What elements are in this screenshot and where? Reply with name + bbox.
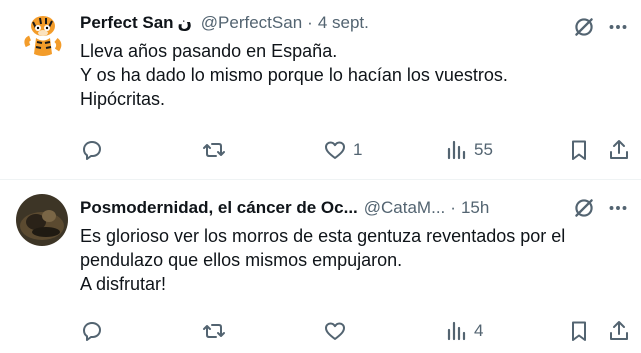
retweet-button[interactable] xyxy=(202,137,232,163)
display-name[interactable]: Perfect San xyxy=(80,13,174,32)
bookmark-icon xyxy=(572,321,586,341)
retweet-button[interactable] xyxy=(202,318,232,344)
tweet-header: Perfect San ن @PerfectSan · 4 sept. xyxy=(80,11,561,35)
views-button[interactable]: 55 xyxy=(444,137,493,163)
tweet-text: Lleva años pasando en España. Y os ha da… xyxy=(80,39,621,111)
handle[interactable]: @PerfectSan xyxy=(201,13,302,32)
tweet-text: Es glorioso ver los morros de esta gentu… xyxy=(80,224,621,296)
tweet-text-line: A disfrutar! xyxy=(80,274,167,294)
retweet-icon xyxy=(203,143,225,157)
tweet[interactable]: Posmodernidad, el cáncer de Oc... @CataM.… xyxy=(0,180,641,353)
display-name[interactable]: Posmodernidad, el cáncer de Oc... xyxy=(80,196,358,220)
tweet-text-line: Es glorioso ver los morros de esta gentu… xyxy=(80,226,566,246)
view-count: 4 xyxy=(474,321,484,340)
retweet-icon xyxy=(203,324,225,338)
grok-icon[interactable] xyxy=(571,195,597,221)
view-count: 55 xyxy=(474,140,493,159)
like-button[interactable] xyxy=(323,318,353,344)
timestamp[interactable]: 4 sept. xyxy=(318,13,369,32)
tweet-text-line: Lleva años pasando en España. xyxy=(80,41,338,61)
share-icon xyxy=(610,321,628,340)
tweet-header: Posmodernidad, el cáncer de Oc... @CataM.… xyxy=(80,196,561,220)
more-icon[interactable] xyxy=(605,195,631,221)
separator: · xyxy=(307,13,313,32)
share-button[interactable] xyxy=(607,137,631,163)
share-icon xyxy=(610,140,628,159)
more-icon[interactable] xyxy=(605,14,631,40)
separator: · xyxy=(450,198,456,217)
tweet-text-line: Y os ha dado lo mismo porque lo hacían l… xyxy=(80,65,508,85)
views-icon xyxy=(447,321,466,341)
share-button[interactable] xyxy=(607,318,631,344)
avatar[interactable] xyxy=(16,194,68,246)
bookmark-button[interactable] xyxy=(567,137,591,163)
like-icon xyxy=(325,322,345,340)
views-icon xyxy=(447,140,466,160)
bookmark-button[interactable] xyxy=(567,318,591,344)
like-icon xyxy=(325,141,345,159)
like-count: 1 xyxy=(353,140,363,159)
reply-icon xyxy=(83,322,101,341)
tweet-text-line: Hipócritas. xyxy=(80,89,166,109)
avatar[interactable] xyxy=(16,10,68,62)
reply-button[interactable] xyxy=(80,318,110,344)
timestamp[interactable]: 15h xyxy=(461,198,489,217)
tweet[interactable]: Perfect San ن @PerfectSan · 4 sept. Lleva a… xyxy=(0,0,641,180)
grok-icon[interactable] xyxy=(571,14,597,40)
name-suffix: ن xyxy=(177,13,193,32)
reply-button[interactable] xyxy=(80,137,110,163)
like-button[interactable]: 1 xyxy=(323,137,362,163)
tweet-text-line: pendulazo que ellos mismos empujaron. xyxy=(80,250,403,270)
handle[interactable]: @CataM... xyxy=(364,196,446,220)
bookmark-icon xyxy=(572,140,586,160)
views-button[interactable]: 4 xyxy=(444,318,483,344)
reply-icon xyxy=(83,141,101,160)
